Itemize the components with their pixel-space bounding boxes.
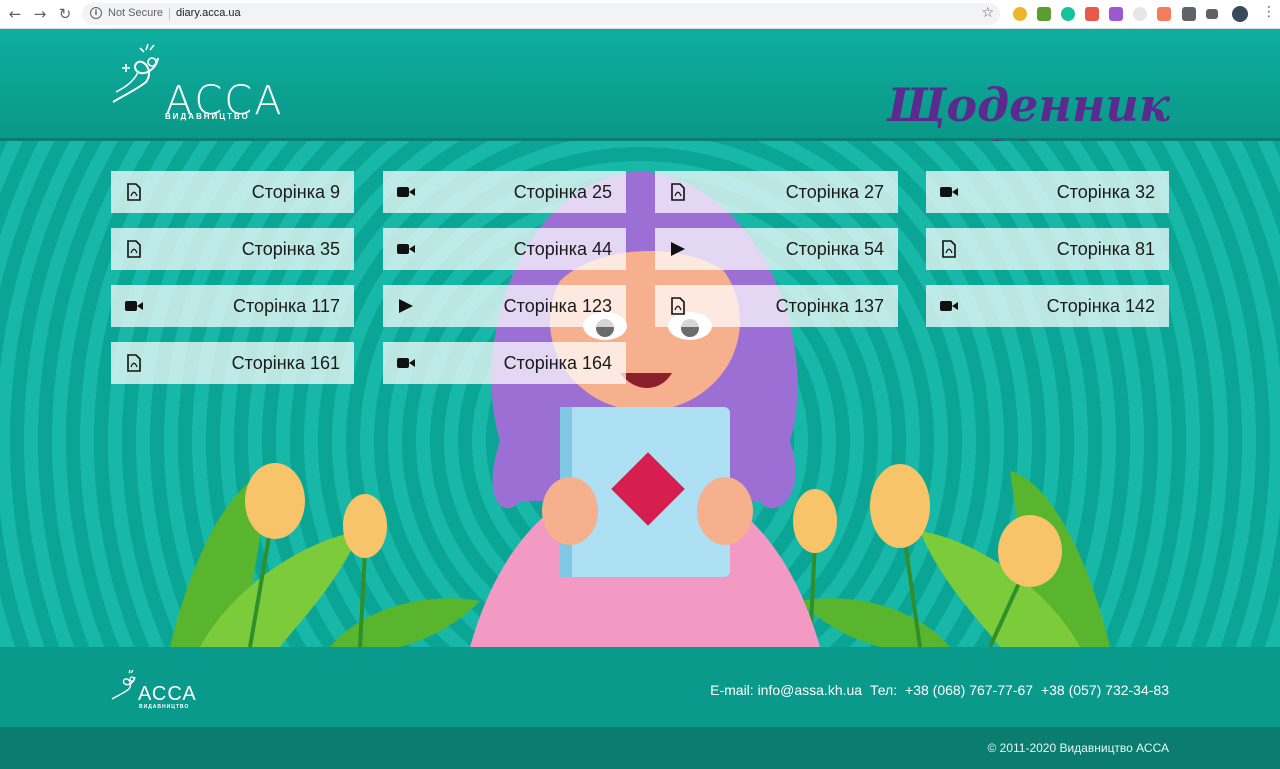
page-link-44[interactable]: Сторінка 44 [383, 228, 626, 270]
contact-info: E-mail: info@assa.kh.ua Тел: +38 (068) 7… [706, 682, 1169, 698]
page-link-label: Сторінка 54 [785, 239, 884, 259]
pdf-icon [127, 240, 141, 258]
page-link-81[interactable]: Сторінка 81 [926, 228, 1169, 270]
extension-icon[interactable] [1133, 7, 1147, 21]
page-link-label: Сторінка 142 [1046, 296, 1155, 316]
puzzle-icon[interactable] [1182, 7, 1196, 21]
page-link-137[interactable]: Сторінка 137 [655, 285, 898, 327]
arrow-right-icon[interactable]: → [31, 5, 49, 23]
pdf-icon [671, 297, 685, 315]
site-header: АССА ВИДАВНИЦТВО Щоденник щасливих дівча… [0, 29, 1280, 186]
extension-icon[interactable] [1013, 7, 1027, 21]
extension-icon[interactable] [1085, 7, 1099, 21]
video-icon [125, 301, 143, 311]
security-status[interactable]: Not Secure [108, 7, 163, 19]
footer-logo-wordmark[interactable]: АССА [138, 683, 197, 706]
page-link-32[interactable]: Сторінка 32 [926, 171, 1169, 213]
video-icon [397, 358, 415, 368]
main-area: Сторінка 9 Сторінка 25 Сторінка 27 Сторі… [0, 141, 1280, 647]
page-link-label: Сторінка 137 [775, 296, 884, 316]
phone-link-2[interactable]: +38 (057) 732-34-83 [1041, 682, 1169, 698]
page-link-35[interactable]: Сторінка 35 [111, 228, 354, 270]
phone-label: Тел: [869, 682, 898, 698]
page-link-label: Сторінка 44 [513, 239, 612, 259]
fairy-logo-icon[interactable] [108, 42, 168, 112]
page-link-117[interactable]: Сторінка 117 [111, 285, 354, 327]
page-link-label: Сторінка 32 [1056, 182, 1155, 202]
page-link-27[interactable]: Сторінка 27 [655, 171, 898, 213]
email-link[interactable]: E-mail: info@assa.kh.ua [710, 682, 862, 698]
arrow-left-icon[interactable]: ← [6, 5, 24, 23]
extension-icon[interactable] [1109, 7, 1123, 21]
video-icon [940, 187, 958, 197]
page-link-161[interactable]: Сторінка 161 [111, 342, 354, 384]
page-link-54[interactable]: Сторінка 54 [655, 228, 898, 270]
pdf-icon [942, 240, 956, 258]
page-link-label: Сторінка 117 [233, 296, 340, 316]
page-link-label: Сторінка 161 [231, 353, 340, 373]
info-icon[interactable]: i [90, 7, 102, 19]
kebab-menu-icon[interactable]: ⋮ [1262, 4, 1276, 20]
page-link-9[interactable]: Сторінка 9 [111, 171, 354, 213]
pdf-icon [671, 183, 685, 201]
play-icon [399, 299, 413, 313]
avatar[interactable] [1232, 6, 1248, 22]
fairy-logo-icon[interactable] [110, 669, 140, 705]
footer-logo-subtitle: ВИДАВНИЦТВО [139, 704, 190, 710]
page-link-label: Сторінка 9 [251, 182, 340, 202]
address-bar[interactable]: i Not Secure diary.acca.ua ☆ [82, 3, 1000, 25]
page-link-164[interactable]: Сторінка 164 [383, 342, 626, 384]
page-link-label: Сторінка 164 [503, 353, 612, 373]
site-footer: АССА ВИДАВНИЦТВО E-mail: info@assa.kh.ua… [0, 647, 1280, 727]
page-link-label: Сторінка 35 [241, 239, 340, 259]
play-icon [671, 242, 685, 256]
extension-icon[interactable] [1037, 7, 1051, 21]
divider [169, 8, 170, 20]
pdf-icon [127, 183, 141, 201]
star-icon[interactable]: ☆ [981, 5, 994, 21]
video-icon [397, 187, 415, 197]
reload-icon[interactable]: ↻ [56, 5, 74, 23]
page-link-label: Сторінка 123 [503, 296, 612, 316]
pdf-icon [127, 354, 141, 372]
page-link-25[interactable]: Сторінка 25 [383, 171, 626, 213]
copyright-text: © 2011-2020 Видавництво АССА [987, 741, 1169, 755]
video-icon [940, 301, 958, 311]
logo-subtitle: ВИДАВНИЦТВО [165, 112, 250, 121]
page-link-label: Сторінка 25 [513, 182, 612, 202]
url-text[interactable]: diary.acca.ua [176, 7, 241, 19]
grammarly-icon[interactable] [1061, 7, 1075, 21]
phone-link-1[interactable]: +38 (068) 767-77-67 [905, 682, 1033, 698]
copyright-band: © 2011-2020 Видавництво АССА [0, 727, 1280, 769]
extension-icon[interactable] [1157, 7, 1171, 21]
media-control-icon[interactable] [1206, 9, 1218, 19]
browser-toolbar: ← → ↻ i Not Secure diary.acca.ua ☆ ⋮ [0, 0, 1280, 29]
video-icon [397, 244, 415, 254]
page-link-142[interactable]: Сторінка 142 [926, 285, 1169, 327]
girl-with-book-illustration [170, 171, 1110, 647]
page-link-123[interactable]: Сторінка 123 [383, 285, 626, 327]
page-link-label: Сторінка 81 [1056, 239, 1155, 259]
page-link-label: Сторінка 27 [785, 182, 884, 202]
